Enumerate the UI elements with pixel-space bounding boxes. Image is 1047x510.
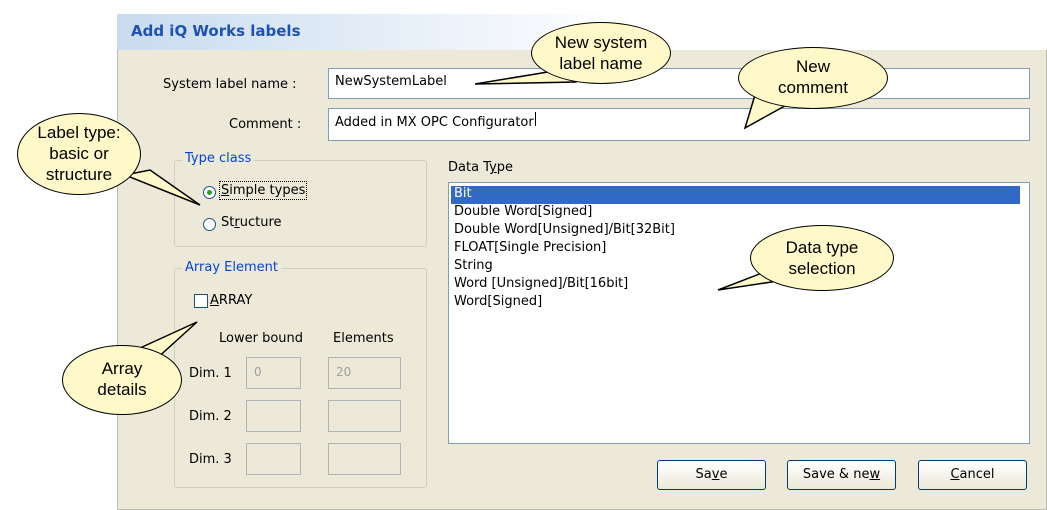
callout-data-type: Data type selection [750,225,894,291]
callout-label-type: Label type: basic or structure [17,113,141,195]
callout-system-label-name: New system label name [531,22,671,84]
callout-array-details: Array details [62,345,182,415]
callout-comment: New comment [738,47,888,109]
